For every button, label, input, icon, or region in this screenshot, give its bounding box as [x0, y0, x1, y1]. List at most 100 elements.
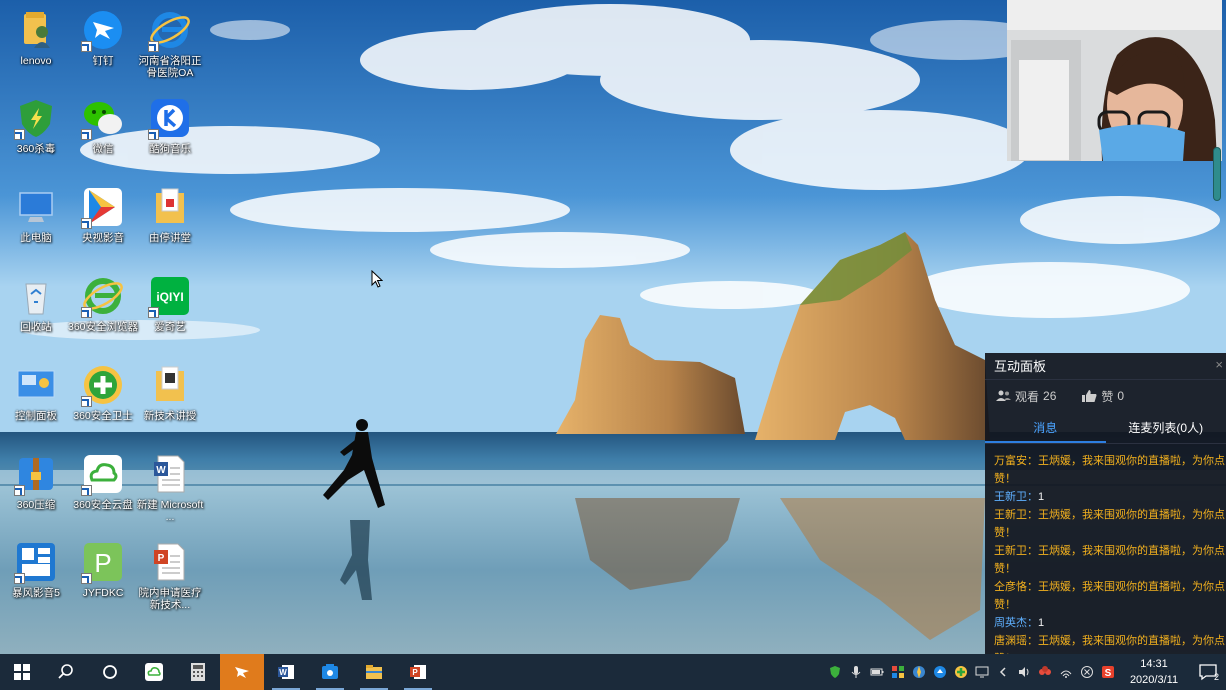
battery-icon	[870, 668, 883, 676]
desktop-icon-new-word-doc[interactable]: W 新建 Microsoft ...	[134, 452, 206, 523]
taskbar: W P S 14:31 2020/3/11 2	[0, 654, 1226, 690]
desktop-icon-label: lenovo	[20, 55, 52, 67]
desktop-icon-label: 院内申请医疗新技术...	[138, 587, 202, 611]
taskbar-clock[interactable]: 14:31 2020/3/11	[1118, 656, 1190, 688]
webcam-video-feed[interactable]	[1007, 0, 1222, 161]
desktop-icon-lenovo[interactable]: lenovo	[0, 8, 72, 67]
tray-display[interactable]	[971, 654, 992, 690]
desktop-icon-label: 360安全卫士	[73, 410, 133, 422]
windows-logo-icon	[14, 664, 30, 680]
taskbar-file-explorer[interactable]	[352, 654, 396, 690]
tray-app-1[interactable]	[887, 654, 908, 690]
desktop-icon-label: 微信	[92, 143, 114, 155]
desktop-icon-wechat[interactable]: 微信	[67, 96, 139, 155]
taskbar-powerpoint[interactable]: P	[396, 654, 440, 690]
cloud-icon	[145, 663, 163, 681]
folder-icon	[148, 185, 192, 229]
mouse-cursor-icon	[371, 270, 383, 288]
archive-icon	[14, 452, 58, 496]
desktop-icon-label: 此电脑	[20, 232, 52, 244]
tray-volume[interactable]	[1013, 654, 1034, 690]
svg-text:P: P	[412, 668, 418, 677]
viewers-count: 26	[1043, 389, 1057, 403]
sogou-ime-icon: S	[1101, 666, 1114, 679]
desktop-icon-ppt-file[interactable]: P 院内申请医疗新技术...	[134, 540, 206, 611]
tray-battery[interactable]	[866, 654, 887, 690]
tray-app-4[interactable]	[1034, 654, 1055, 690]
taskbar-word[interactable]: W	[264, 654, 308, 690]
desktop-icon-new-tech-folder[interactable]: 新技术讲授	[134, 363, 206, 422]
close-icon[interactable]: ×	[1215, 357, 1223, 372]
tray-app-2[interactable]	[908, 654, 929, 690]
word-icon: W	[278, 665, 294, 679]
tab-messages[interactable]: 消息	[985, 414, 1106, 443]
tab-mic-list[interactable]: 连麦列表(0人)	[1106, 414, 1226, 443]
desktop-icon-ie-oa[interactable]: 河南省洛阳正骨医院OA	[134, 8, 206, 79]
start-button[interactable]	[0, 654, 44, 690]
desktop-icon-kugou-music[interactable]: 酷狗音乐	[134, 96, 206, 155]
viewers-stat: 观看 26	[996, 388, 1056, 405]
shortcut-arrow-icon	[81, 307, 92, 318]
desktop-icon-recycle-bin[interactable]: 回收站	[0, 274, 72, 333]
desktop-icon-storm-player[interactable]: 暴风影音5	[0, 540, 72, 599]
desktop-icon-iqiyi[interactable]: iQIYI 爱奇艺	[134, 274, 206, 333]
desktop-icon-jyfdkc[interactable]: P JYFDKC	[67, 540, 139, 599]
shield-icon	[14, 96, 58, 140]
word-document-icon: W	[148, 452, 192, 496]
likes-count: 0	[1117, 389, 1125, 403]
message-item: 仝彦恪：王炳媛，我来围观你的直播啦，为你点赞！	[994, 578, 1226, 614]
camera-app-icon	[322, 664, 338, 679]
browser-icon	[81, 274, 125, 318]
desktop-icon-360-zip[interactable]: 360压缩	[0, 452, 72, 511]
pinwheel-icon	[912, 666, 925, 678]
desktop-icon-360-guard[interactable]: 360安全卫士	[67, 363, 139, 422]
user-folder-icon	[14, 8, 58, 52]
desktop-icon-control-panel[interactable]: 控制面板	[0, 363, 72, 422]
desktop-icon-dingtalk[interactable]: 钉钉	[67, 8, 139, 67]
message-item: 王新卫：1	[994, 488, 1226, 506]
desktop-icon-training-folder[interactable]: 由停讲堂	[134, 185, 206, 244]
desktop-icon-cctv-video[interactable]: 央视影音	[67, 185, 139, 244]
desktop-icon-360-antivirus[interactable]: 360杀毒	[0, 96, 72, 155]
shortcut-arrow-icon	[14, 129, 25, 140]
clock-date: 2020/3/11	[1129, 674, 1179, 686]
likes-stat[interactable]: 赞 0	[1082, 388, 1124, 405]
tray-ime[interactable]: S	[1097, 654, 1118, 690]
cortana-button[interactable]	[88, 654, 132, 690]
taskbar-calculator[interactable]	[176, 654, 220, 690]
message-list[interactable]: 万富安：王炳媛，我来围观你的直播啦，为你点赞！ 王新卫：1 王新卫：王炳媛，我来…	[985, 444, 1226, 654]
shortcut-arrow-icon	[14, 485, 25, 496]
message-sender: 周英杰：	[994, 617, 1038, 629]
desktop-icon-360-cloud[interactable]: 360安全云盘	[67, 452, 139, 511]
dingtalk-icon	[81, 8, 125, 52]
message-item: 王新卫：王炳媛，我来围观你的直播啦，为你点赞！	[994, 506, 1226, 542]
tray-app-5[interactable]	[1076, 654, 1097, 690]
tray-microphone[interactable]	[845, 654, 866, 690]
viewers-label: 观看	[1015, 389, 1040, 404]
desktop-icon-label: 新技术讲授	[143, 410, 197, 422]
scrollbar-thumb[interactable]	[1213, 147, 1221, 201]
shortcut-arrow-icon	[148, 41, 159, 52]
tray-360-guard[interactable]	[950, 654, 971, 690]
desktop-icon-360-browser[interactable]: 360安全浏览器	[67, 274, 139, 333]
message-text: 1	[1038, 491, 1045, 503]
search-button[interactable]	[44, 654, 88, 690]
shield-icon	[829, 666, 840, 678]
shortcut-arrow-icon	[81, 573, 92, 584]
shortcut-arrow-icon	[148, 129, 159, 140]
tray-app-3[interactable]	[929, 654, 950, 690]
tray-network[interactable]	[1055, 654, 1076, 690]
notification-center-button[interactable]: 2	[1190, 654, 1226, 690]
svg-text:W: W	[279, 668, 287, 677]
likes-label: 赞	[1101, 389, 1114, 404]
taskbar-360-cloud[interactable]	[132, 654, 176, 690]
message-sender: 万富安：	[994, 455, 1038, 467]
tray-expand[interactable]	[992, 654, 1013, 690]
volume-icon	[1018, 667, 1028, 677]
recycle-bin-icon	[14, 274, 58, 318]
taskbar-dingtalk[interactable]	[220, 654, 264, 690]
tray-360-shield[interactable]	[824, 654, 845, 690]
taskbar-camera-app[interactable]	[308, 654, 352, 690]
desktop-icon-this-pc[interactable]: 此电脑	[0, 185, 72, 244]
people-icon	[996, 390, 1011, 401]
